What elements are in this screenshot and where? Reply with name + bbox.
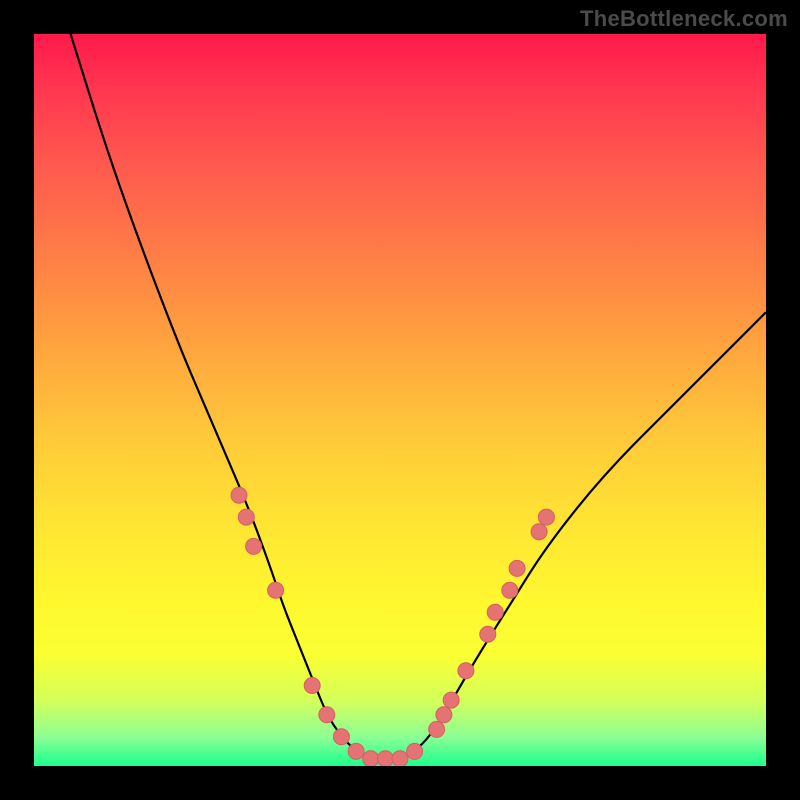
data-marker: [509, 560, 525, 576]
data-marker: [538, 509, 554, 525]
data-marker: [268, 582, 284, 598]
data-marker: [407, 743, 423, 759]
data-marker: [487, 604, 503, 620]
data-marker: [319, 707, 335, 723]
data-marker: [377, 751, 393, 766]
data-marker: [238, 509, 254, 525]
data-marker: [458, 663, 474, 679]
data-marker: [436, 707, 452, 723]
data-marker: [531, 524, 547, 540]
data-marker: [231, 487, 247, 503]
data-marker: [502, 582, 518, 598]
data-marker: [246, 538, 262, 554]
data-marker: [363, 751, 379, 766]
chart-frame: TheBottleneck.com: [0, 0, 800, 800]
watermark-text: TheBottleneck.com: [580, 6, 788, 32]
data-marker: [480, 626, 496, 642]
data-marker: [333, 729, 349, 745]
data-marker: [304, 678, 320, 694]
data-markers: [231, 487, 554, 766]
bottleneck-curve: [71, 34, 766, 759]
data-marker: [392, 751, 408, 766]
data-marker: [443, 692, 459, 708]
curve-layer: [34, 34, 766, 766]
data-marker: [429, 721, 445, 737]
plot-area: [34, 34, 766, 766]
data-marker: [348, 743, 364, 759]
